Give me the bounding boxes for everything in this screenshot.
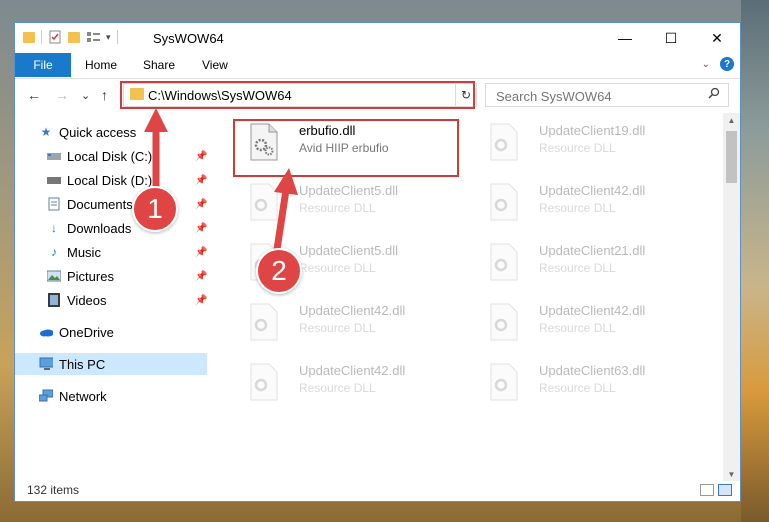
step-marker-2: 2 — [256, 248, 302, 294]
annotation-arrows — [144, 108, 298, 257]
step-marker-1: 1 — [132, 186, 178, 232]
